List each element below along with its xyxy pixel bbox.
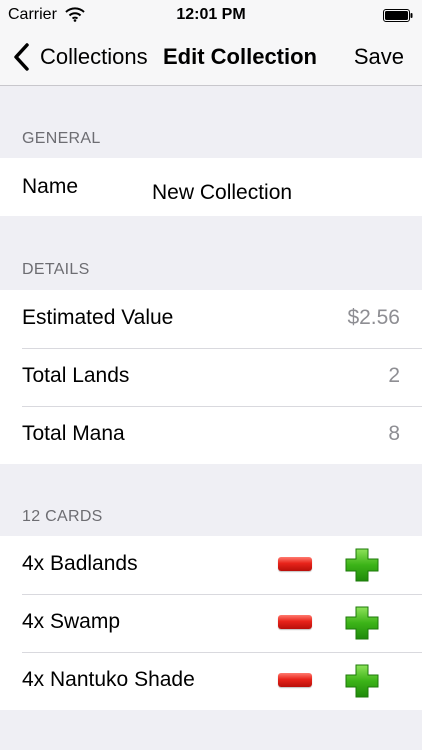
total-lands-row: Total Lands 2 — [0, 348, 422, 406]
increment-button[interactable] — [344, 547, 380, 583]
cards-section-header: 12 CARDS — [22, 508, 103, 525]
decrement-button[interactable] — [278, 557, 312, 571]
decrement-button[interactable] — [278, 673, 312, 687]
details-group: Estimated Value $2.56 Total Lands 2 Tota… — [0, 290, 422, 464]
total-mana-label: Total Mana — [22, 422, 125, 445]
increment-button[interactable] — [344, 605, 380, 641]
general-section-header: GENERAL — [22, 130, 101, 147]
estimated-value-label: Estimated Value — [22, 306, 174, 329]
estimated-value-row: Estimated Value $2.56 — [0, 290, 422, 348]
cards-group: 4x Badlands 4x Swamp 4x Nantuko Shade — [0, 536, 422, 710]
save-button[interactable]: Save — [354, 44, 404, 70]
back-button-label: Collections — [40, 44, 148, 69]
general-group: Name — [0, 158, 422, 216]
card-label: 4x Nantuko Shade — [22, 668, 195, 691]
total-lands-label: Total Lands — [22, 364, 130, 387]
card-label: 4x Swamp — [22, 610, 121, 633]
name-row: Name — [0, 158, 422, 216]
details-section-header: DETAILS — [22, 261, 90, 278]
total-mana-value: 8 — [388, 422, 400, 445]
status-bar: Carrier 12:01 PM — [0, 0, 422, 30]
chevron-left-icon — [14, 43, 29, 71]
page-title: Edit Collection — [163, 44, 317, 69]
total-lands-value: 2 — [388, 364, 400, 387]
decrement-button[interactable] — [278, 615, 312, 629]
card-row: 4x Swamp — [0, 594, 422, 652]
estimated-value-value: $2.56 — [347, 306, 400, 329]
name-label: Name — [22, 175, 79, 198]
clock-time: 12:01 PM — [176, 6, 246, 23]
increment-button[interactable] — [344, 663, 380, 699]
navigation-bar: Collections Edit Collection Save — [0, 30, 422, 86]
card-row: 4x Badlands — [0, 536, 422, 594]
card-label: 4x Badlands — [22, 552, 138, 575]
back-button[interactable]: Collections — [12, 42, 148, 72]
battery-icon — [383, 9, 413, 22]
total-mana-row: Total Mana 8 — [0, 406, 422, 464]
name-field[interactable] — [150, 180, 404, 206]
card-row: 4x Nantuko Shade — [0, 652, 422, 710]
